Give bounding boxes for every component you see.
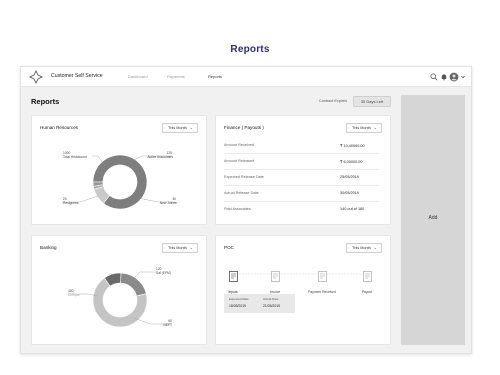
banking-card: Banking This Month ⌄ 120 Sal (EFM) 400 Cheq…	[31, 235, 207, 345]
donut-segment-sal-efm-	[120, 272, 147, 297]
chevron-down-icon[interactable]	[458, 72, 468, 82]
document-icon	[362, 271, 372, 282]
finance-row-value: 30/05/2019	[340, 191, 360, 195]
finance-row-value: 140 out of 180	[340, 207, 365, 211]
finance-row: Expected Release Date 25/05/2019	[224, 170, 379, 186]
finance-row: Actual Release Date 30/05/2019	[224, 186, 379, 202]
finance-filter-dropdown[interactable]: This Month ⌄	[346, 123, 382, 133]
banking-donut-chart: 120Sal (EFM)400Cheque60NEFT	[68, 267, 172, 328]
finance-row: Amount Released ₹ 6,00000.00	[224, 154, 379, 170]
finance-row: Paid Associates 140 out of 180	[224, 202, 379, 218]
poc-step-label: Payment Received	[308, 290, 336, 294]
expected-date-label: Expected Date	[229, 297, 249, 301]
app-window: Customer Self Service Dashboard Payments…	[20, 66, 472, 354]
contract-expiry-badge: 30 Days Left	[353, 96, 391, 107]
finance-row-label: Amount Received	[224, 143, 254, 147]
finance-card: Finance ( Payouts ) This Month ⌄ Amount …	[215, 115, 391, 225]
section-title: Reports	[31, 97, 60, 106]
nav-reports[interactable]: Reports	[208, 74, 222, 79]
document-icon	[228, 271, 238, 282]
expected-date-value: 18/05/2019	[229, 304, 246, 308]
page-title: Reports	[230, 44, 270, 55]
document-icon	[270, 271, 280, 282]
actual-date-value: 21/05/2019	[263, 304, 280, 308]
category-label: New Joinee	[160, 201, 177, 205]
top-navigation-bar: Customer Self Service Dashboard Payments…	[21, 67, 471, 87]
finance-filter-value: This Month	[352, 126, 371, 130]
poc-step-payout[interactable]: Payout	[346, 269, 388, 294]
nav-dashboard[interactable]: Dashboard	[128, 74, 148, 79]
poc-step-inputs[interactable]: Inputs	[212, 269, 254, 294]
category-label: Sal (EFM)	[156, 271, 171, 275]
document-icon	[317, 271, 327, 282]
category-label: Resignees	[63, 201, 79, 205]
contract-expiry-label: Contract Expires	[319, 99, 348, 103]
poc-date-box: Expected Date 18/05/2019 Actual Date 21/…	[224, 294, 295, 313]
logo-icon[interactable]	[29, 70, 43, 84]
bell-icon[interactable]	[439, 72, 449, 82]
finance-row-label: Actual Release Date	[224, 191, 259, 195]
category-label: Cheque	[68, 293, 80, 297]
category-label: NEFT	[163, 323, 172, 327]
finance-card-title: Finance ( Payouts )	[224, 125, 264, 130]
hr-donut-chart: 1000Total Headcount120Active Associates2…	[62, 151, 177, 210]
add-label: Add	[428, 215, 438, 221]
chevron-down-icon: ⌄	[373, 125, 377, 130]
category-label: Total Headcount	[63, 155, 87, 159]
add-panel[interactable]: Add	[401, 95, 465, 345]
finance-row: Amount Received ₹ 10,40090.00	[224, 138, 379, 154]
finance-row-label: Amount Released	[224, 159, 255, 163]
poc-step-invoice[interactable]: Invoice	[254, 269, 296, 294]
finance-row-label: Expected Release Date	[224, 175, 264, 179]
nav-payments[interactable]: Payments	[167, 74, 185, 79]
actual-date-label: Actual Date	[263, 297, 279, 301]
poc-step-payment-received[interactable]: Payment Received	[301, 269, 343, 294]
finance-row-value: 25/05/2019	[340, 175, 360, 179]
search-icon[interactable]	[429, 72, 439, 82]
finance-row-value: ₹ 6,00000.00	[340, 160, 363, 164]
category-label: Active Associates	[147, 155, 173, 159]
poc-step-label: Payout	[361, 290, 373, 294]
app-name: Customer Self Service	[51, 73, 103, 79]
finance-row-value: ₹ 10,40090.00	[340, 144, 365, 148]
finance-row-label: Paid Associates	[224, 207, 251, 211]
hr-card: Human Resources This Month ⌄ 1000 Total H…	[31, 115, 207, 225]
poc-card: POC This Month ⌄ Inputs Invoice Payment …	[215, 235, 391, 345]
